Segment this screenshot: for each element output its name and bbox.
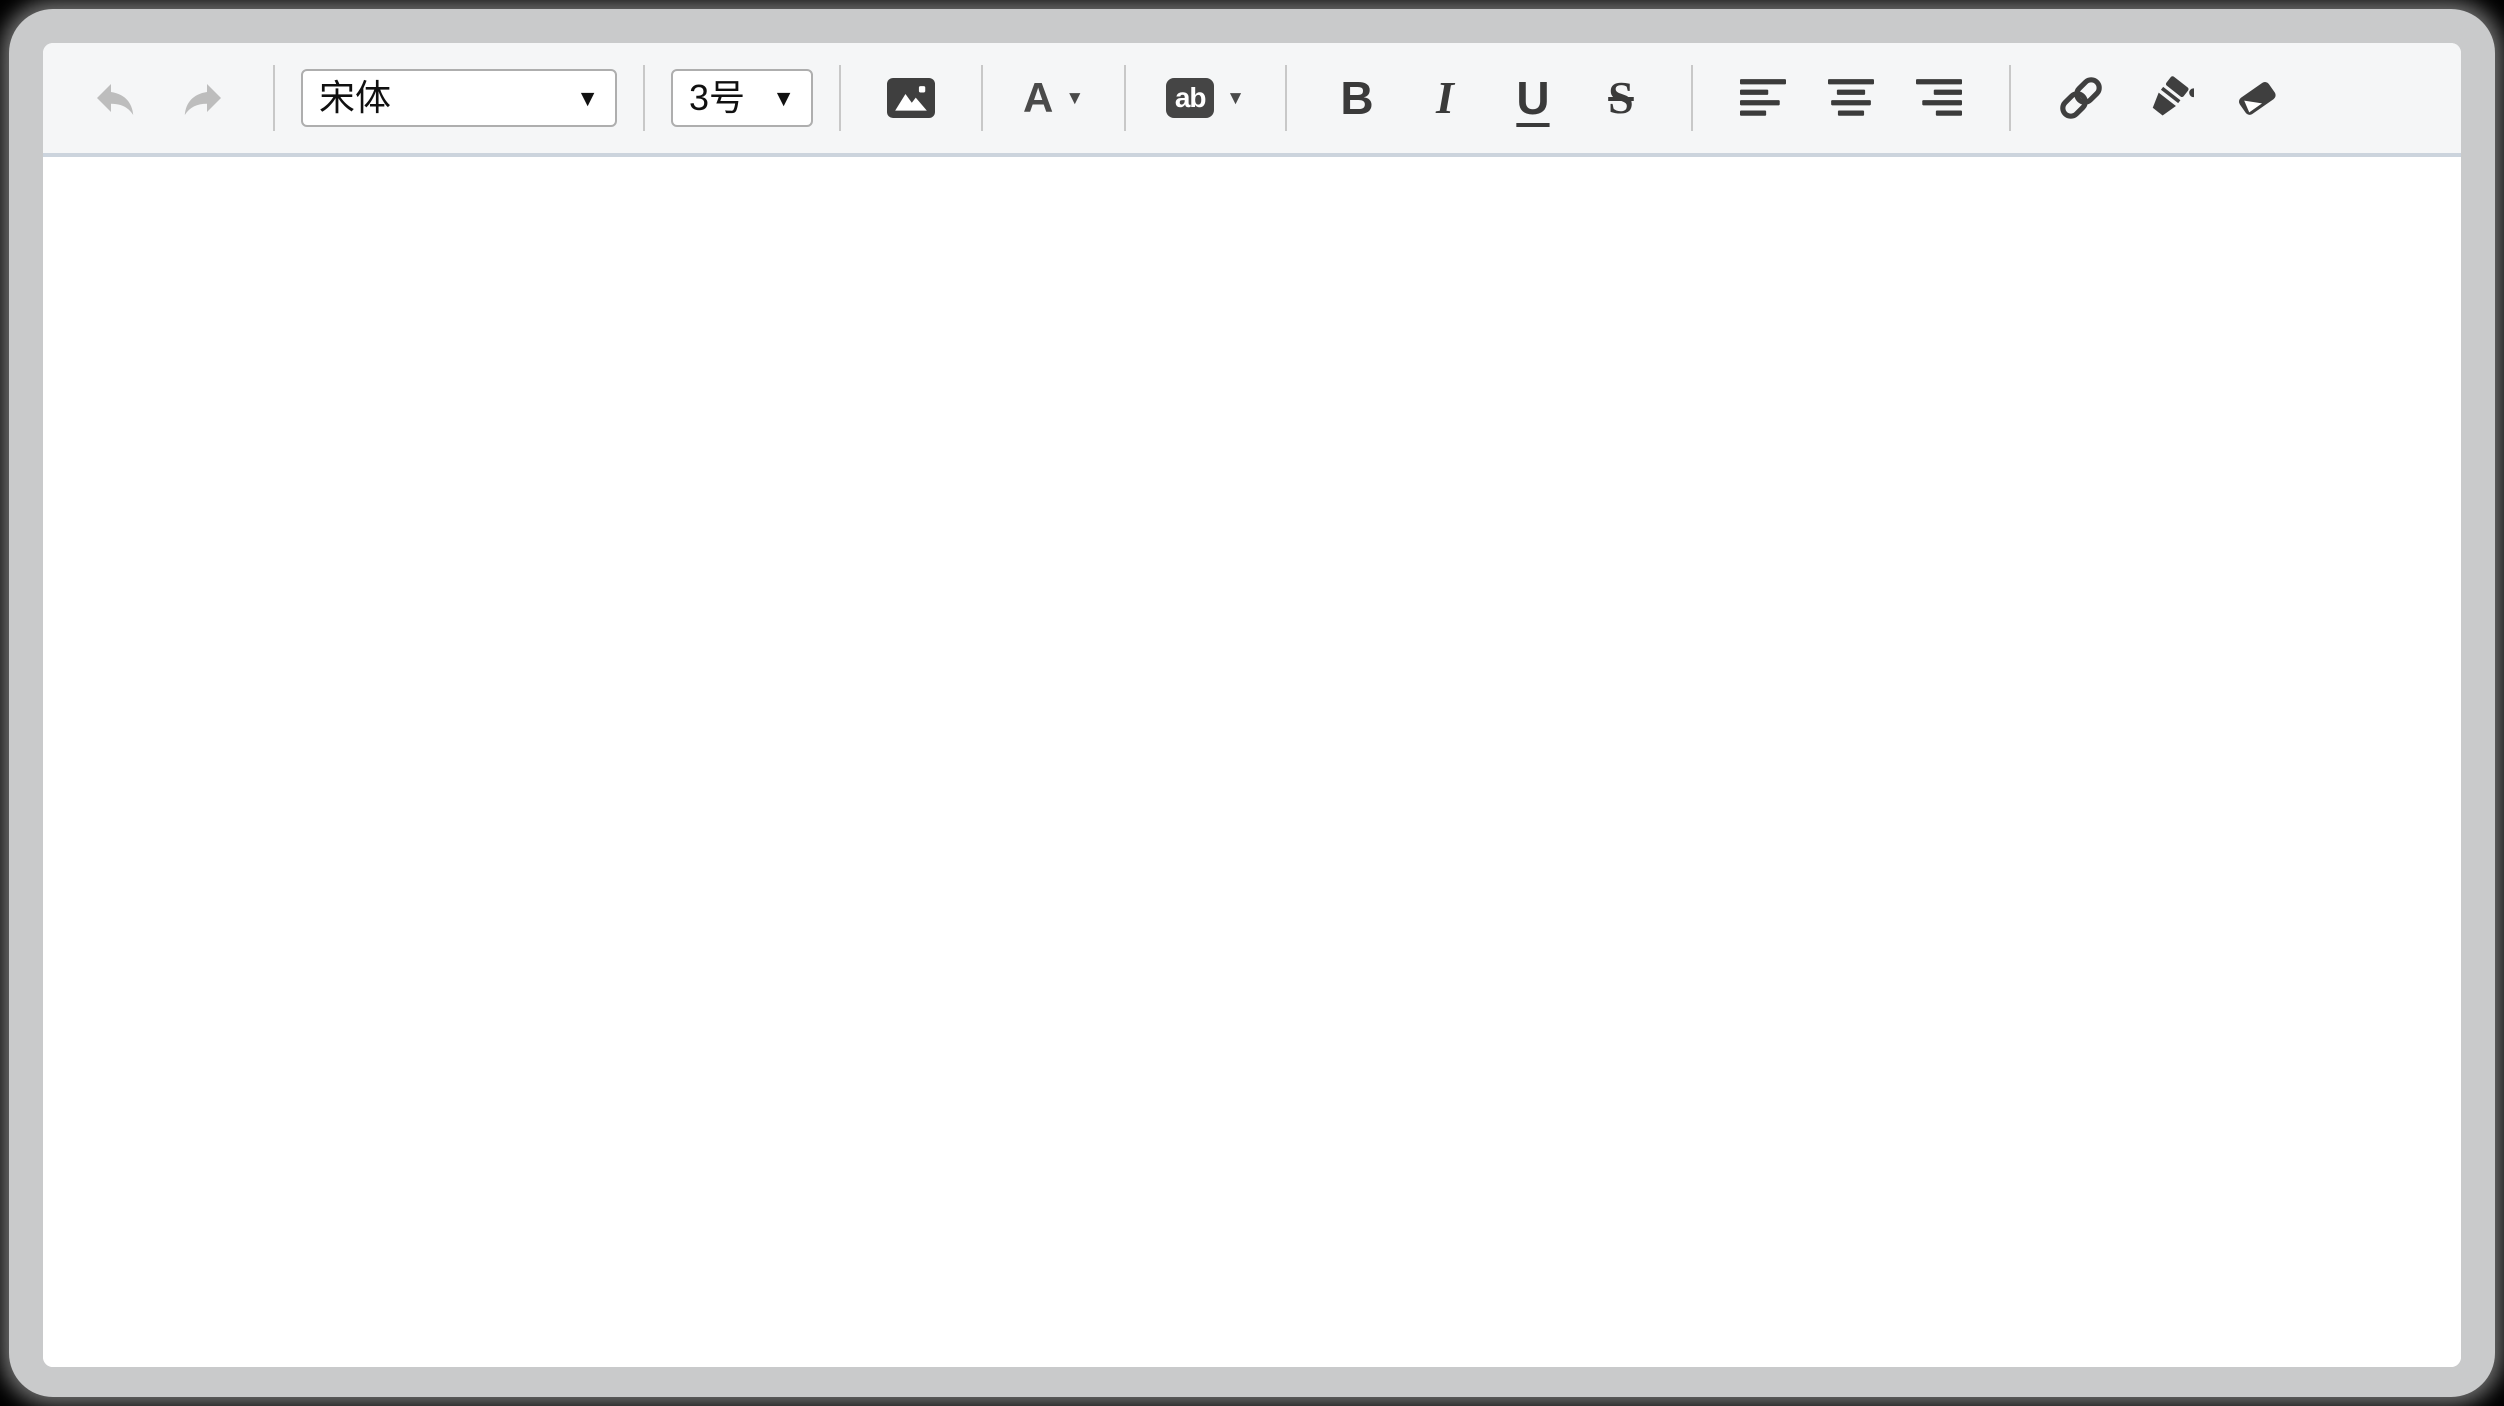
toolbar-divider — [1124, 65, 1126, 131]
italic-label: I — [1436, 75, 1454, 121]
screen: 宋体 ▼ 3号 ▼ — [0, 0, 2504, 1406]
toolbar-divider — [273, 65, 275, 131]
bold-label: B — [1340, 75, 1373, 121]
editor-window-frame: 宋体 ▼ 3号 ▼ — [9, 9, 2495, 1397]
toolbar-divider — [981, 65, 983, 131]
underline-button[interactable]: U — [1503, 58, 1563, 138]
insert-link-button[interactable] — [2051, 58, 2111, 138]
align-center-button[interactable] — [1821, 58, 1881, 138]
font-color-button[interactable]: A ▼ — [1023, 58, 1084, 138]
toolbar-divider — [839, 65, 841, 131]
font-size-select[interactable]: 3号 ▼ — [671, 69, 813, 127]
font-family-select[interactable]: 宋体 ▼ — [301, 69, 617, 127]
font-size-value: 3号 — [689, 80, 745, 116]
strikethrough-label: S — [1608, 75, 1634, 121]
align-left-icon — [1740, 79, 1786, 117]
insert-image-button[interactable] — [881, 58, 941, 138]
toolbar-divider — [1285, 65, 1287, 131]
highlight-icon: ab — [1166, 78, 1214, 118]
format-brush-button[interactable] — [2139, 58, 2199, 138]
undo-button[interactable] — [85, 58, 145, 138]
align-right-button[interactable] — [1909, 58, 1969, 138]
link-icon — [2057, 74, 2105, 122]
italic-button[interactable]: I — [1415, 58, 1475, 138]
eraser-icon — [2232, 73, 2282, 123]
editor-window: 宋体 ▼ 3号 ▼ — [43, 43, 2461, 1367]
bold-button[interactable]: B — [1327, 58, 1387, 138]
redo-icon — [179, 74, 227, 122]
chevron-down-icon: ▼ — [1065, 89, 1084, 108]
brush-icon — [2144, 73, 2194, 123]
clear-format-button[interactable] — [2227, 58, 2287, 138]
dropdown-arrow-icon: ▼ — [762, 87, 795, 110]
font-color-label: A — [1023, 77, 1053, 119]
font-family-value: 宋体 — [319, 80, 391, 116]
align-left-button[interactable] — [1733, 58, 1793, 138]
underline-label: U — [1516, 75, 1549, 121]
highlight-color-button[interactable]: ab ▼ — [1166, 58, 1245, 138]
redo-button[interactable] — [173, 58, 233, 138]
align-center-icon — [1828, 79, 1874, 117]
editor-toolbar: 宋体 ▼ 3号 ▼ — [43, 43, 2461, 157]
image-icon — [887, 78, 935, 118]
toolbar-divider — [643, 65, 645, 131]
undo-icon — [91, 74, 139, 122]
dropdown-arrow-icon: ▼ — [566, 87, 599, 110]
toolbar-divider — [2009, 65, 2011, 131]
toolbar-divider — [1691, 65, 1693, 131]
chevron-down-icon: ▼ — [1226, 89, 1245, 108]
strikethrough-button[interactable]: S — [1591, 58, 1651, 138]
editor-content-area[interactable] — [43, 157, 2461, 1367]
align-right-icon — [1916, 79, 1962, 117]
